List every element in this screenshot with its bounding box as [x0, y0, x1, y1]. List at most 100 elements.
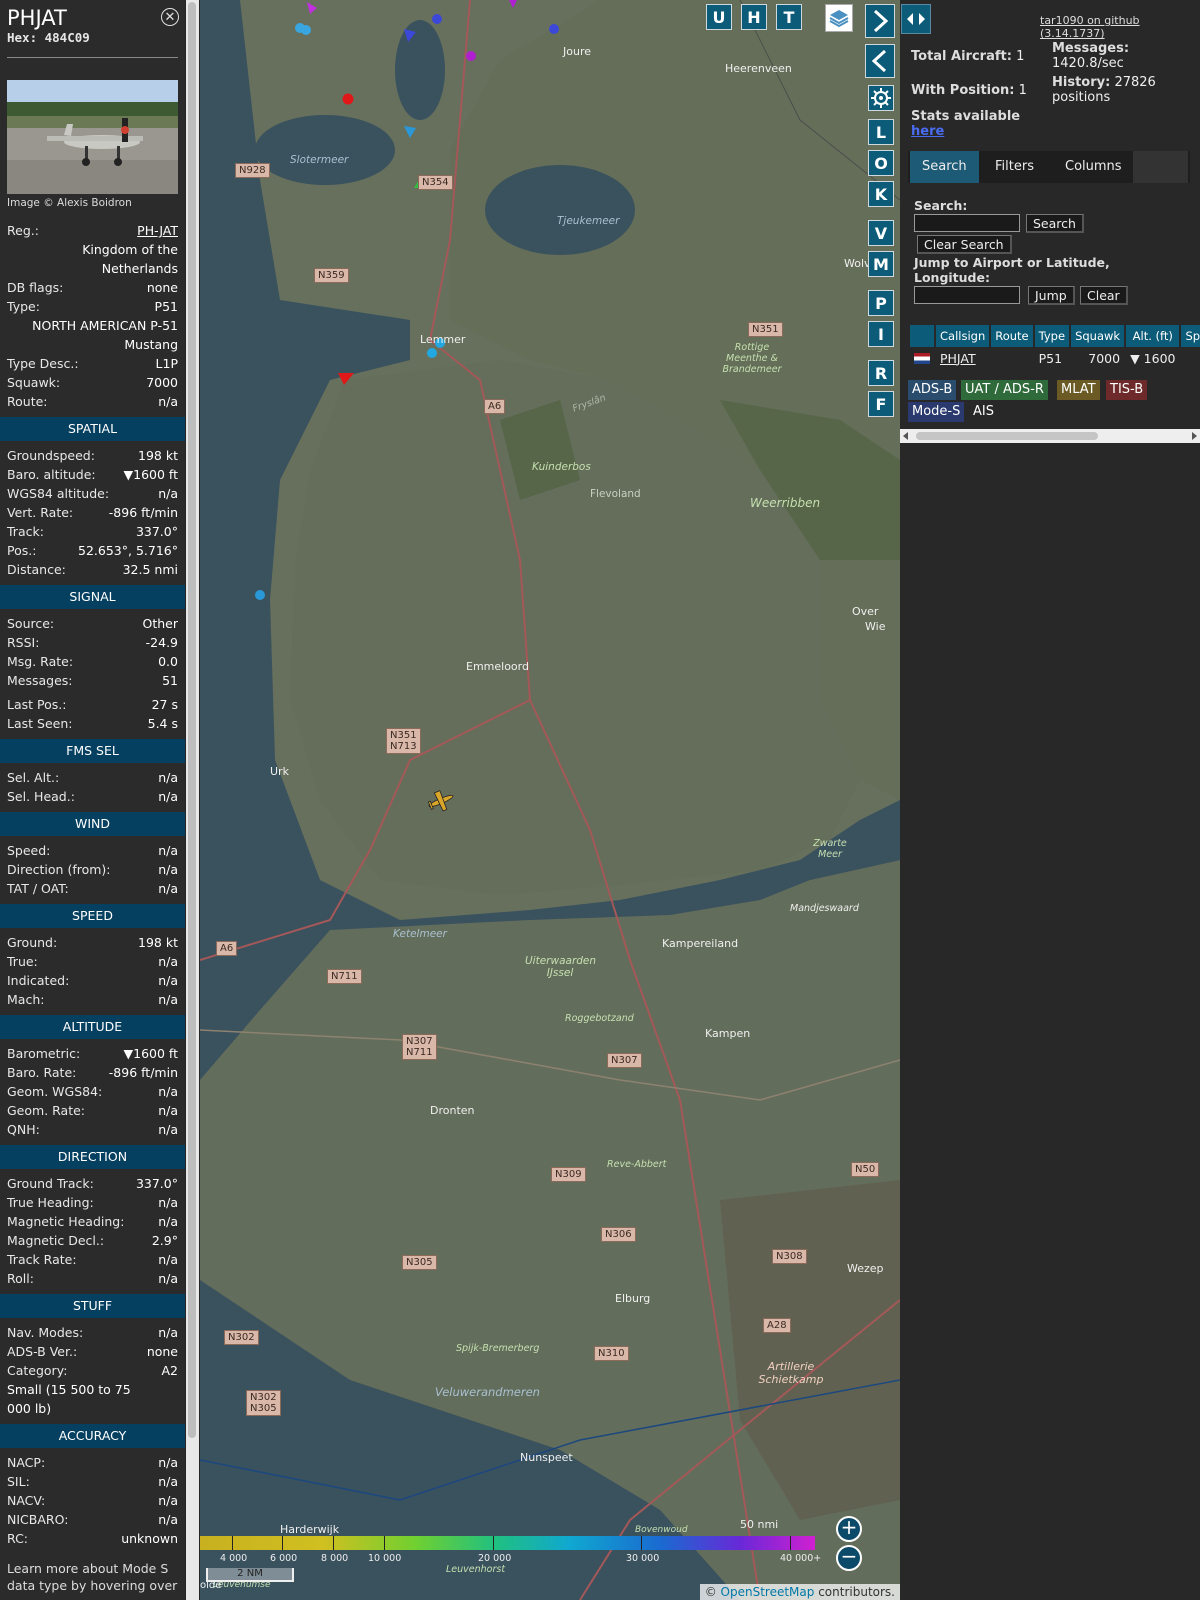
tab-filters[interactable]: Filters [983, 151, 1046, 183]
place-label: Slotermeer [290, 154, 349, 166]
detail-value: n/a [158, 843, 178, 858]
section-header-signal[interactable]: SIGNAL [0, 585, 185, 609]
jump-input[interactable] [914, 286, 1020, 304]
map-button-u[interactable]: U [706, 4, 732, 30]
messages-label: Messages: [1052, 41, 1130, 56]
detail-row: Baro. altitude: ▼1600 ft [0, 465, 185, 484]
zoom-in-button[interactable]: + [836, 1516, 862, 1542]
section-header-direction[interactable]: DIRECTION [0, 1145, 185, 1169]
legend-label: 4 000 [220, 1553, 248, 1564]
row-callsign[interactable]: PHJAT [936, 347, 989, 369]
toggle-layout-button[interactable] [901, 4, 931, 34]
column-speed[interactable]: Spd [1181, 325, 1200, 347]
selected-aircraft-icon[interactable] [426, 788, 456, 814]
aircraft-list-panel: tar1090 on github (3.14.1737) Total Airc… [900, 0, 1200, 1600]
zoom-out-button[interactable]: − [836, 1545, 862, 1571]
search-input[interactable] [914, 214, 1020, 232]
tab-columns[interactable]: Columns [1053, 151, 1134, 183]
map-button-p[interactable]: P [868, 290, 894, 316]
map-button-l[interactable]: L [868, 119, 894, 145]
detail-value: n/a [158, 1512, 178, 1527]
column-squawk[interactable]: Squawk [1071, 325, 1125, 347]
detail-value: n/a [158, 1455, 178, 1470]
map-button-k[interactable]: K [868, 181, 894, 207]
github-link[interactable]: tar1090 on github (3.14.1737) [1040, 14, 1200, 40]
scrollbar-thumb[interactable] [916, 432, 1098, 440]
section-header-altitude[interactable]: ALTITUDE [0, 1015, 185, 1039]
detail-value[interactable]: PH-JAT [137, 221, 178, 240]
clear-button[interactable]: Clear [1080, 286, 1128, 305]
section-header-fms-sel[interactable]: FMS SEL [0, 739, 185, 763]
aircraft-photo[interactable] [7, 80, 178, 194]
section-header-wind[interactable]: WIND [0, 812, 185, 836]
detail-value: ▼1600 ft [123, 467, 178, 482]
column-type[interactable]: Type [1034, 325, 1070, 347]
settings-gear-icon[interactable] [868, 85, 894, 111]
source-uat-badge: UAT / ADS-R [961, 380, 1048, 400]
map-button-i[interactable]: I [868, 321, 894, 347]
detail-row: Pos.: 52.653°, 5.716° [0, 541, 185, 560]
row-altitude: ▼ 1600 [1130, 350, 1176, 366]
detail-value: n/a [158, 789, 178, 804]
search-button[interactable]: Search [1026, 214, 1084, 233]
scroll-right-icon[interactable] [1192, 432, 1197, 440]
legend-tick [232, 1536, 233, 1550]
layers-icon[interactable] [825, 4, 853, 32]
section-header-spatial[interactable]: SPATIAL [0, 417, 185, 441]
sidebar-scrollbar-thumb[interactable] [188, 2, 196, 1438]
section-header-stuff[interactable]: STUFF [0, 1294, 185, 1318]
legend-label: 40 000+ [780, 1553, 822, 1564]
map-button-r[interactable]: R [868, 360, 894, 386]
place-label: Wie [865, 620, 886, 633]
detail-row: Msg. Rate: 0.0 [0, 652, 185, 671]
sidebar-details: Reg.: PH-JAT Kingdom of the Netherlands DB … [0, 221, 185, 1594]
source-uat-label: UAT / ADS-R [965, 382, 1044, 397]
section-header-accuracy[interactable]: ACCURACY [0, 1424, 185, 1448]
section-header-speed[interactable]: SPEED [0, 904, 185, 928]
collapse-sidebar-button[interactable] [865, 44, 895, 78]
detail-value: 32.5 nmi [122, 562, 178, 577]
column-callsign[interactable]: Callsign [936, 325, 990, 347]
place-label: Over [852, 605, 879, 618]
detail-value: n/a [158, 973, 178, 988]
table-row[interactable]: PHJAT P51 7000 ▼ 1600 [910, 347, 1200, 369]
clear-search-button[interactable]: Clear Search [917, 235, 1012, 254]
aircraft-info-sidebar: PHJAT Hex: 484C09 ✕ Image © Alexis Boidr… [0, 0, 185, 1600]
detail-row: Roll: n/a [0, 1269, 185, 1288]
close-icon[interactable]: ✕ [161, 8, 179, 26]
road-sign: A6 [484, 399, 506, 414]
map-button-v[interactable]: V [868, 220, 894, 246]
table-horizontal-scrollbar[interactable] [900, 429, 1200, 443]
column-altitude[interactable]: Alt. (ft) [1126, 325, 1180, 347]
map-button-o[interactable]: O [868, 150, 894, 176]
legend-label: 10 000 [368, 1553, 402, 1564]
jump-button[interactable]: Jump [1028, 286, 1075, 305]
sidebar-scrollbar[interactable] [186, 0, 199, 1600]
legend-tick [384, 1536, 385, 1550]
source-modes-badge: Mode-S [908, 402, 965, 422]
map-button-m[interactable]: M [868, 251, 894, 277]
detail-value: n/a [158, 881, 178, 896]
expand-sidebar-button[interactable] [865, 4, 895, 38]
scroll-left-icon[interactable] [903, 432, 908, 440]
road-sign: N359 [314, 268, 349, 283]
detail-row: NORTH AMERICAN P-51 Mustang [0, 316, 185, 354]
map-button-h[interactable]: H [741, 4, 767, 30]
tab-search[interactable]: Search [910, 151, 979, 183]
attribution-link[interactable]: OpenStreetMap [721, 1585, 815, 1599]
detail-label: Groundspeed: [7, 448, 95, 463]
row-route [991, 347, 1032, 369]
detail-row: RSSI: -24.9 [0, 633, 185, 652]
detail-label: NICBARO: [7, 1512, 69, 1527]
history-label: History: [1052, 75, 1111, 90]
map-view[interactable]: Joure Heerenveen Lemmer Emmeloord Urk Ka… [200, 0, 900, 1600]
map-button-f[interactable]: F [868, 391, 894, 417]
detail-label: Messages: [7, 673, 73, 688]
road-sign: N310 [594, 1346, 629, 1361]
column-route[interactable]: Route [991, 325, 1033, 347]
place-label: Rottige Meenthe & Brandemeer [722, 342, 782, 375]
place-label: Artillerie Schietkamp [758, 1360, 824, 1386]
map-button-t[interactable]: T [776, 4, 802, 30]
detail-row: Distance: 32.5 nmi [0, 560, 185, 579]
stats-link[interactable]: here [911, 124, 944, 139]
